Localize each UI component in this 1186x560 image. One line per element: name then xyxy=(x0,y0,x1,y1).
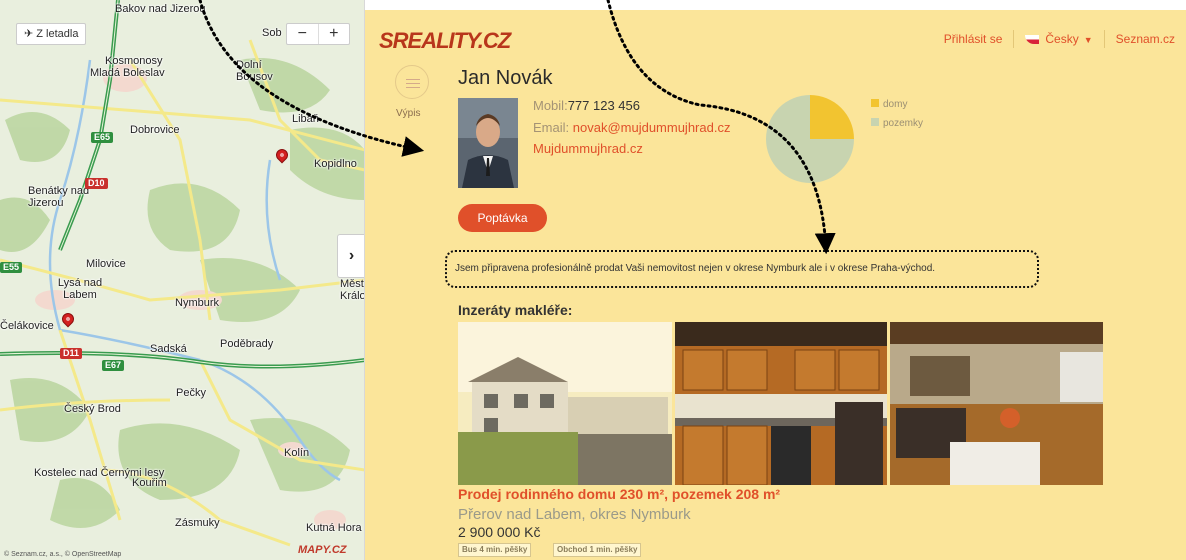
email-link[interactable]: novak@mujdummujhrad.cz xyxy=(573,120,731,135)
listing-tag-bus: Bus 4 min. pěšky xyxy=(458,543,532,557)
seznam-link[interactable]: Seznam.cz xyxy=(1105,32,1186,46)
map-label: Kouřim xyxy=(132,477,167,489)
map-label: Zásmuky xyxy=(175,517,220,529)
road-badge: E55 xyxy=(0,262,23,273)
agent-page: SREALITY.CZ Přihlásit se Česky ▼ Seznam.c… xyxy=(365,10,1186,560)
language-label: Česky xyxy=(1045,32,1079,46)
listing-tag-shop: Obchod 1 min. pěšky xyxy=(553,543,642,557)
map-label: Pečky xyxy=(176,387,206,399)
map-label: Měst. Králové xyxy=(340,278,365,302)
agent-bio: Jsem připravena profesionálně prodat Vaš… xyxy=(445,250,1039,288)
website-row: Mujdummujhrad.cz xyxy=(533,141,643,156)
plane-icon: ✈ xyxy=(24,28,34,40)
map-collapse-button[interactable]: › xyxy=(337,234,364,278)
website-link[interactable]: Mujdummujhrad.cz xyxy=(533,141,643,156)
legend-item: pozemky xyxy=(871,118,923,129)
mobile-label: Mobil: xyxy=(533,98,568,113)
list-view-label[interactable]: Výpis xyxy=(396,108,420,119)
top-navigation: Přihlásit se Česky ▼ Seznam.cz xyxy=(933,30,1186,48)
map-copyright: © Seznam.cz, a.s., © OpenStreetMap xyxy=(4,551,122,558)
map-label: Bakov nad Jizerou xyxy=(115,3,206,15)
listing-price: 2 900 000 Kč xyxy=(458,524,541,540)
map-label: Nymburk xyxy=(175,297,220,309)
agent-name: Jan Novák xyxy=(458,67,553,89)
zoom-out-button[interactable]: − xyxy=(287,24,319,44)
legend-label: domy xyxy=(883,99,908,110)
map-label: Čelákovice xyxy=(0,320,54,332)
kitchen-image xyxy=(675,322,887,485)
map-label: Dolní Bousov xyxy=(236,59,273,83)
inquiry-button[interactable]: Poptávka xyxy=(458,204,547,232)
map-label: Kolín xyxy=(284,447,310,459)
listing-title-link[interactable]: Prodej rodinného domu 230 m², pozemek 20… xyxy=(458,486,780,502)
mobile-value[interactable]: 777 123 456 xyxy=(568,98,640,113)
map-panel[interactable]: Bakov nad Jizerou Sob Kosmonosy Mladá Bo… xyxy=(0,0,365,560)
email-label: Email: xyxy=(533,120,570,135)
zoom-control: − + xyxy=(286,23,350,45)
pie-slice-domy xyxy=(810,95,854,139)
road-badge: E67 xyxy=(102,360,125,371)
login-link[interactable]: Přihlásit se xyxy=(933,32,1014,46)
living-room-image xyxy=(890,322,1103,485)
agent-portrait xyxy=(458,98,518,188)
map-label: Český Brod xyxy=(64,403,121,415)
listing-photo-exterior[interactable] xyxy=(458,322,672,485)
map-label: Kutná Hora xyxy=(306,522,362,534)
email-row: Email: novak@mujdummujhrad.cz xyxy=(533,120,730,135)
aerial-view-button[interactable]: ✈ Z letadla xyxy=(16,23,87,45)
legend-item: domy xyxy=(871,99,907,110)
map-label: Kosmonosy xyxy=(105,55,163,67)
legend-label: pozemky xyxy=(883,118,924,129)
map-label: Libáň xyxy=(292,113,319,125)
list-view-icon[interactable] xyxy=(395,65,429,99)
map-label: Poděbrady xyxy=(220,338,274,350)
map-label: Mladá Boleslav xyxy=(90,67,165,79)
map-label: Sob xyxy=(262,27,282,39)
listings-heading: Inzeráty makléře: xyxy=(458,302,573,318)
legend-swatch xyxy=(871,99,879,107)
house-exterior-image xyxy=(458,322,672,485)
sreality-logo[interactable]: SREALITY.CZ xyxy=(379,28,511,54)
listing-photo-kitchen[interactable] xyxy=(675,322,887,485)
czech-flag-icon xyxy=(1025,35,1040,44)
agent-photo xyxy=(458,98,518,188)
road-badge: E65 xyxy=(91,132,114,143)
map-label: Dobrovice xyxy=(130,124,180,136)
chevron-down-icon: ▼ xyxy=(1083,35,1093,45)
road-badge: D10 xyxy=(85,178,108,189)
map-label: Sadská xyxy=(150,343,187,355)
mapy-logo[interactable]: MAPY.CZ xyxy=(298,544,347,556)
pie-chart xyxy=(766,95,854,183)
listing-photo-living-room[interactable] xyxy=(890,322,1103,485)
map-label: Lysá nad Labem xyxy=(57,277,103,301)
language-select[interactable]: Česky ▼ xyxy=(1014,32,1103,46)
legend-swatch xyxy=(871,118,879,126)
aerial-view-label: Z letadla xyxy=(36,28,79,40)
mobile-row: Mobil:777 123 456 xyxy=(533,98,640,113)
zoom-in-button[interactable]: + xyxy=(319,24,350,44)
map-label: Kopidlno xyxy=(314,158,357,170)
listing-location: Přerov nad Labem, okres Nymburk xyxy=(458,506,691,523)
road-badge: D11 xyxy=(60,348,83,359)
map-label: Milovice xyxy=(86,258,126,270)
